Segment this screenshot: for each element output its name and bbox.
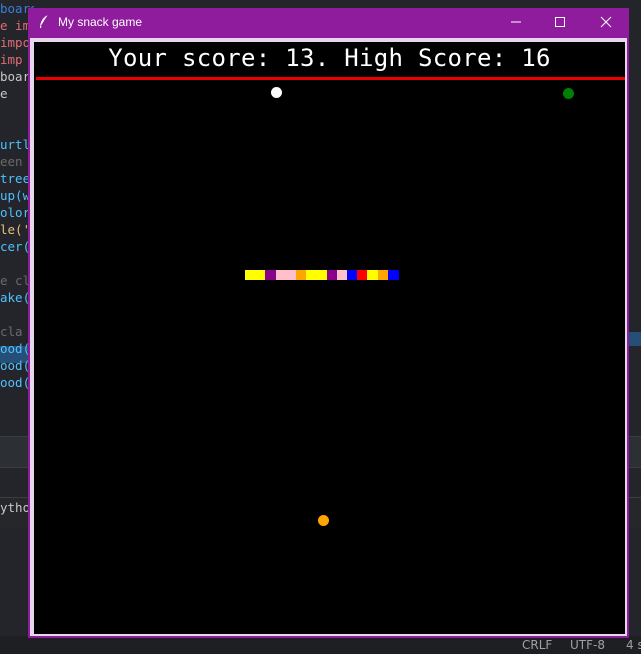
scoreboard: Your score: 13. High Score: 16 <box>108 44 551 72</box>
terminal-text-fragment: ytho <box>0 500 31 515</box>
title-bar[interactable]: My snack game <box>28 8 629 37</box>
window-title: My snack game <box>58 15 143 29</box>
food-item <box>318 515 329 526</box>
maximize-icon <box>554 13 566 32</box>
close-icon <box>600 13 612 32</box>
maximize-button[interactable] <box>537 8 583 37</box>
editor-scrollbar-highlight <box>628 332 641 346</box>
status-encoding[interactable]: UTF-8 <box>570 638 605 652</box>
snake-head <box>387 270 399 280</box>
top-boundary-line <box>36 77 625 80</box>
food-item <box>271 87 282 98</box>
game-window: My snack game Your score: 13. High Score… <box>28 8 629 638</box>
game-canvas[interactable]: Your score: 13. High Score: 16 <box>34 42 625 634</box>
food-item <box>563 88 574 99</box>
minimize-icon <box>510 13 522 32</box>
feather-icon <box>37 14 51 30</box>
status-indent[interactable]: 4 s <box>626 638 641 652</box>
desktop: board.pye imimpo impboareurtleentreeup(w… <box>0 0 641 654</box>
close-button[interactable] <box>583 8 629 37</box>
editor-status-bar: CRLF UTF-8 4 s <box>0 636 641 654</box>
minimize-button[interactable] <box>493 8 539 37</box>
status-line-ending[interactable]: CRLF <box>522 638 552 652</box>
window-client-area: Your score: 13. High Score: 16 <box>30 38 627 636</box>
